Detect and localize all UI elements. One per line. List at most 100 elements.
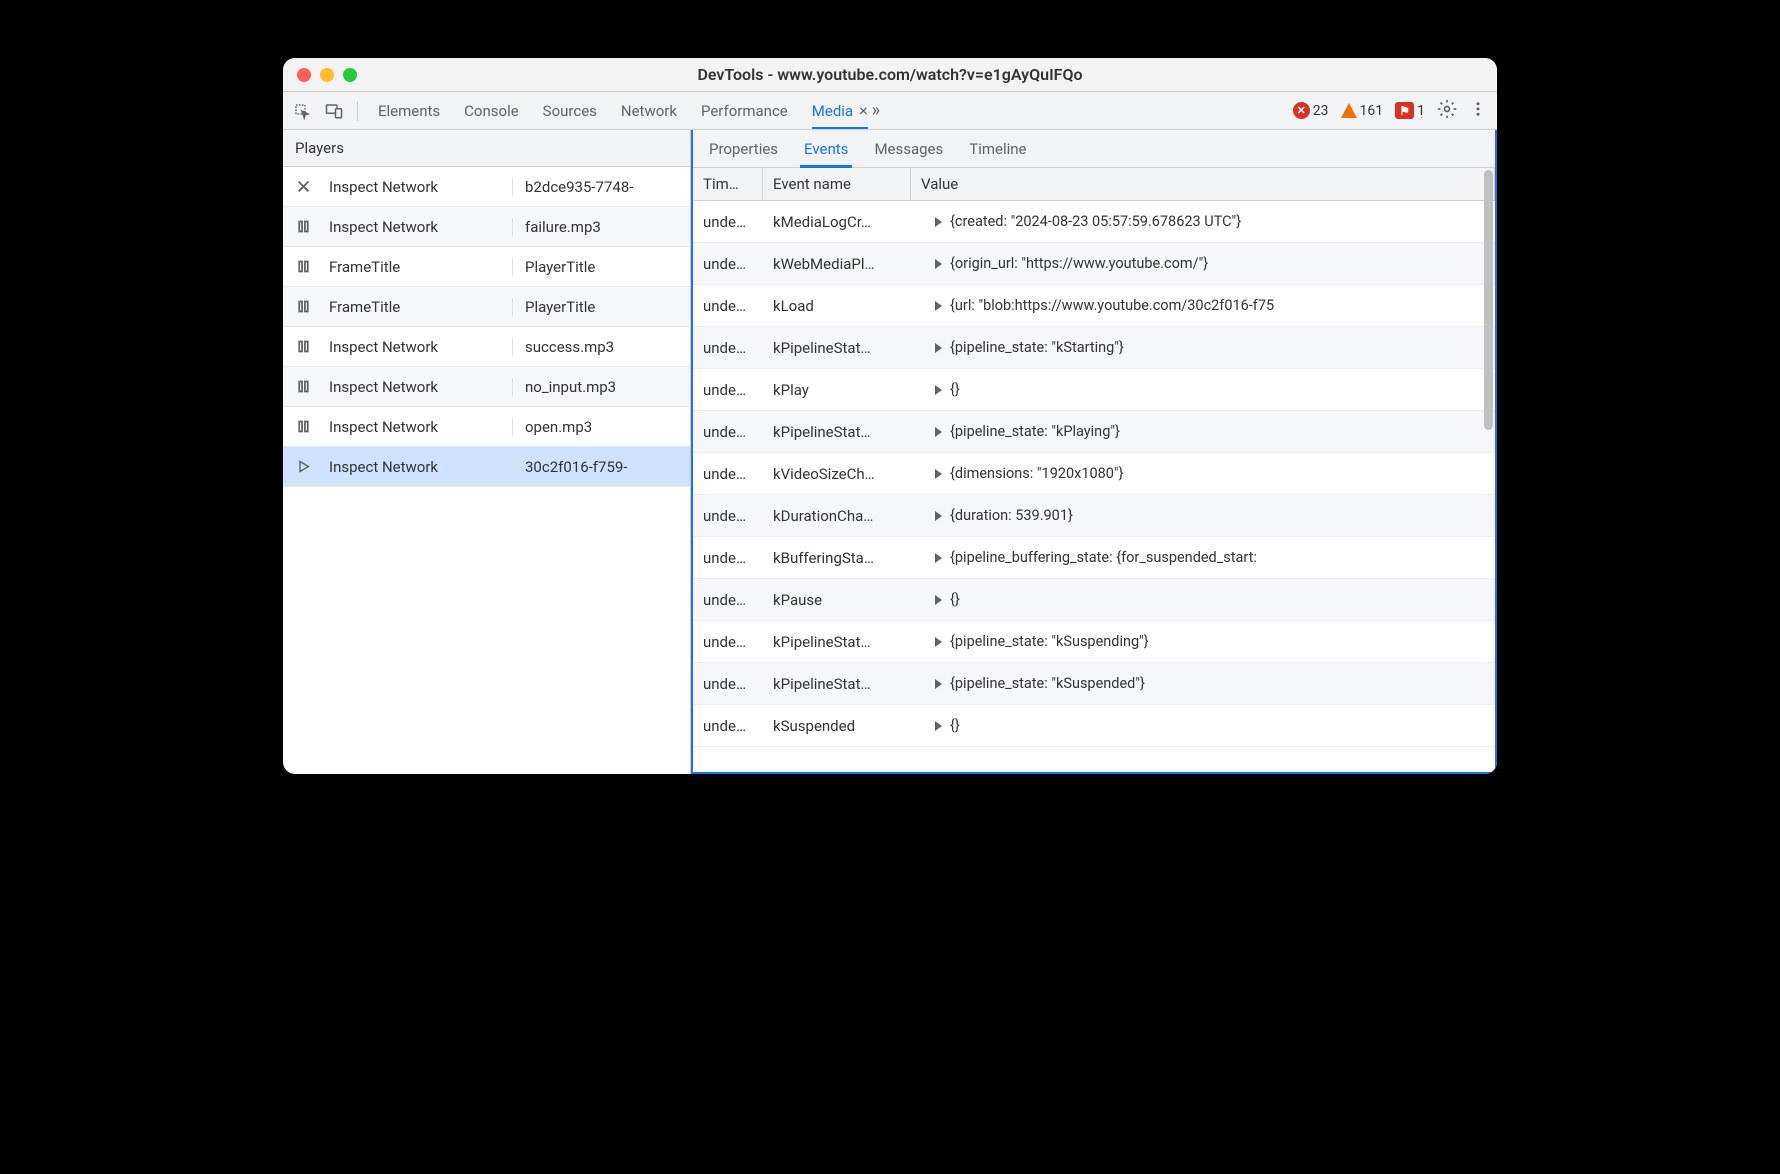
events-header: Tim… Event name Value xyxy=(693,168,1495,201)
event-row[interactable]: unde…kBufferingSta…{pipeline_buffering_s… xyxy=(693,537,1495,579)
event-timestamp: unde… xyxy=(693,381,763,399)
expand-icon[interactable] xyxy=(935,217,942,227)
event-name: kPlay xyxy=(763,381,911,399)
player-row[interactable]: Inspect Networkb2dce935-7748- xyxy=(283,167,690,207)
pause-icon xyxy=(283,218,323,235)
settings-icon[interactable] xyxy=(1437,99,1457,123)
event-name: kVideoSizeCh… xyxy=(763,465,911,483)
issue-icon: ⚑ xyxy=(1395,102,1414,119)
col-timestamp[interactable]: Tim… xyxy=(693,168,763,200)
expand-icon[interactable] xyxy=(935,385,942,395)
event-value: {duration: 539.901} xyxy=(911,507,1495,524)
col-value[interactable]: Value xyxy=(911,168,1495,200)
event-row[interactable]: unde…kPipelineStat…{pipeline_state: "kSt… xyxy=(693,327,1495,369)
pause-icon xyxy=(283,418,323,435)
player-title: failure.mp3 xyxy=(513,218,690,236)
warning-icon xyxy=(1341,103,1357,118)
subtab-timeline[interactable]: Timeline xyxy=(969,131,1026,167)
event-name: kPipelineStat… xyxy=(763,633,911,651)
tab-network[interactable]: Network xyxy=(621,94,677,128)
event-row[interactable]: unde…kVideoSizeCh…{dimensions: "1920x108… xyxy=(693,453,1495,495)
event-value: {pipeline_state: "kPlaying"} xyxy=(911,423,1495,440)
inspect-icon[interactable] xyxy=(293,102,311,120)
players-list: Inspect Networkb2dce935-7748-Inspect Net… xyxy=(283,167,690,774)
more-tabs-icon[interactable]: » xyxy=(868,100,884,121)
event-value: {pipeline_state: "kSuspended"} xyxy=(911,675,1495,692)
player-row[interactable]: Inspect Networkfailure.mp3 xyxy=(283,207,690,247)
player-row[interactable]: Inspect Network30c2f016-f759- xyxy=(283,447,690,487)
col-event-name[interactable]: Event name xyxy=(763,168,911,200)
player-frame-title: Inspect Network xyxy=(323,378,513,396)
expand-icon[interactable] xyxy=(935,343,942,353)
content-area: Players Inspect Networkb2dce935-7748-Ins… xyxy=(283,130,1497,774)
event-timestamp: unde… xyxy=(693,633,763,651)
tab-elements[interactable]: Elements xyxy=(378,94,440,128)
tab-media[interactable]: Media× xyxy=(812,94,868,128)
event-row[interactable]: unde…kLoad{url: "blob:https://www.youtub… xyxy=(693,285,1495,327)
scrollbar-thumb[interactable] xyxy=(1484,170,1493,430)
event-timestamp: unde… xyxy=(693,507,763,525)
event-name: kSuspended xyxy=(763,717,911,735)
more-menu-icon[interactable] xyxy=(1469,100,1487,122)
event-timestamp: unde… xyxy=(693,213,763,231)
player-row[interactable]: FrameTitlePlayerTitle xyxy=(283,287,690,327)
event-value: {pipeline_state: "kStarting"} xyxy=(911,339,1495,356)
tab-sources[interactable]: Sources xyxy=(543,94,597,128)
event-value: {} xyxy=(911,381,1495,398)
maximize-button[interactable] xyxy=(343,68,357,82)
event-row[interactable]: unde…kMediaLogCr…{created: "2024-08-23 0… xyxy=(693,201,1495,243)
warning-count[interactable]: 161 xyxy=(1341,103,1384,119)
event-row[interactable]: unde…kPause{} xyxy=(693,579,1495,621)
player-row[interactable]: Inspect Networkopen.mp3 xyxy=(283,407,690,447)
expand-icon[interactable] xyxy=(935,679,942,689)
event-timestamp: unde… xyxy=(693,675,763,693)
pause-icon xyxy=(283,298,323,315)
event-row[interactable]: unde…kWebMediaPl…{origin_url: "https://w… xyxy=(693,243,1495,285)
close-tab-icon[interactable]: × xyxy=(859,103,868,119)
player-title: open.mp3 xyxy=(513,418,690,436)
expand-icon[interactable] xyxy=(935,637,942,647)
event-row[interactable]: unde…kSuspended{} xyxy=(693,705,1495,747)
event-row[interactable]: unde…kPipelineStat…{pipeline_state: "kSu… xyxy=(693,621,1495,663)
main-toolbar: Elements Console Sources Network Performance… xyxy=(283,92,1497,130)
expand-icon[interactable] xyxy=(935,259,942,269)
expand-icon[interactable] xyxy=(935,721,942,731)
event-name: kPipelineStat… xyxy=(763,339,911,357)
minimize-button[interactable] xyxy=(320,68,334,82)
tab-performance[interactable]: Performance xyxy=(701,94,788,128)
player-row[interactable]: Inspect Networkno_input.mp3 xyxy=(283,367,690,407)
events-table: Tim… Event name Value unde…kMediaLogCr…{… xyxy=(693,168,1495,772)
subtab-events[interactable]: Events xyxy=(804,131,848,167)
expand-icon[interactable] xyxy=(935,553,942,563)
event-row[interactable]: unde…kPipelineStat…{pipeline_state: "kPl… xyxy=(693,411,1495,453)
window-title: DevTools - www.youtube.com/watch?v=e1gAy… xyxy=(283,65,1497,84)
expand-icon[interactable] xyxy=(935,427,942,437)
event-value: {} xyxy=(911,717,1495,734)
subtab-properties[interactable]: Properties xyxy=(709,131,778,167)
event-name: kLoad xyxy=(763,297,911,315)
expand-icon[interactable] xyxy=(935,469,942,479)
pause-icon xyxy=(283,378,323,395)
error-count[interactable]: ✕ 23 xyxy=(1293,102,1329,119)
subtab-messages[interactable]: Messages xyxy=(874,131,943,167)
expand-icon[interactable] xyxy=(935,595,942,605)
traffic-lights xyxy=(297,68,357,82)
device-toggle-icon[interactable] xyxy=(325,102,343,120)
event-name: kBufferingSta… xyxy=(763,549,911,567)
player-row[interactable]: FrameTitlePlayerTitle xyxy=(283,247,690,287)
event-row[interactable]: unde…kPipelineStat…{pipeline_state: "kSu… xyxy=(693,663,1495,705)
event-value: {origin_url: "https://www.youtube.com/"} xyxy=(911,255,1495,272)
player-frame-title: Inspect Network xyxy=(323,418,513,436)
tab-console[interactable]: Console xyxy=(464,94,519,128)
player-frame-title: Inspect Network xyxy=(323,218,513,236)
player-row[interactable]: Inspect Networksuccess.mp3 xyxy=(283,327,690,367)
info-count[interactable]: ⚑ 1 xyxy=(1395,102,1425,119)
expand-icon[interactable] xyxy=(935,301,942,311)
pause-icon xyxy=(283,258,323,275)
event-row[interactable]: unde…kPlay{} xyxy=(693,369,1495,411)
close-button[interactable] xyxy=(297,68,311,82)
event-row[interactable]: unde…kDurationCha…{duration: 539.901} xyxy=(693,495,1495,537)
event-name: kMediaLogCr… xyxy=(763,213,911,231)
expand-icon[interactable] xyxy=(935,511,942,521)
devtools-window: DevTools - www.youtube.com/watch?v=e1gAy… xyxy=(283,58,1497,774)
